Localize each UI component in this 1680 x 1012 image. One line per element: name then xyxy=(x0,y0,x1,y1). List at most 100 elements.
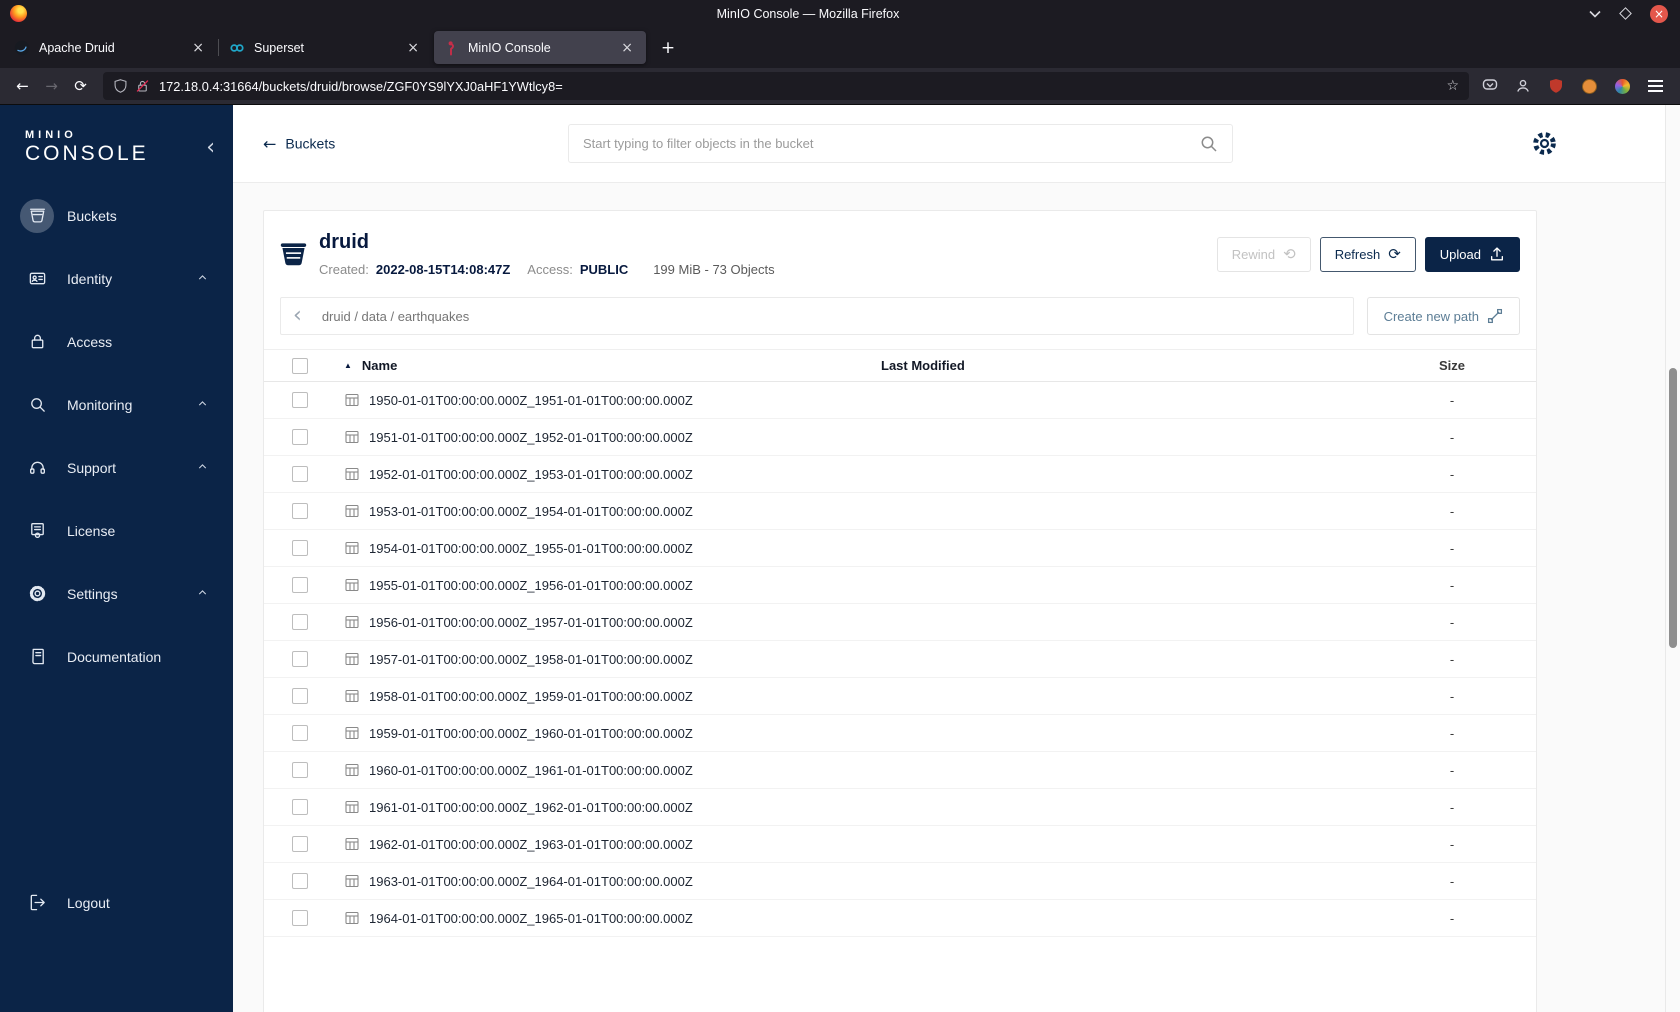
row-checkbox[interactable] xyxy=(292,503,308,519)
object-row[interactable]: 1963-01-01T00:00:00.000Z_1964-01-01T00:0… xyxy=(264,863,1536,900)
object-row[interactable]: 1952-01-01T00:00:00.000Z_1953-01-01T00:0… xyxy=(264,456,1536,493)
row-checkbox[interactable] xyxy=(292,392,308,408)
object-row[interactable]: 1961-01-01T00:00:00.000Z_1962-01-01T00:0… xyxy=(264,789,1536,826)
object-row[interactable]: 1951-01-01T00:00:00.000Z_1952-01-01T00:0… xyxy=(264,419,1536,456)
url-text[interactable]: 172.18.0.4:31664/buckets/druid/browse/ZG… xyxy=(159,79,1446,94)
object-row[interactable]: 1955-01-01T00:00:00.000Z_1956-01-01T00:0… xyxy=(264,567,1536,604)
browser-menu-icon[interactable] xyxy=(1646,77,1664,95)
rewind-button[interactable]: Rewind ⟲ xyxy=(1216,236,1311,272)
column-header-size[interactable]: Size xyxy=(1382,358,1522,373)
sidebar-item-settings[interactable]: Settings xyxy=(0,562,233,625)
row-checkbox[interactable] xyxy=(292,762,308,778)
chevron-up-icon[interactable] xyxy=(196,460,209,476)
object-row[interactable]: 1959-01-01T00:00:00.000Z_1960-01-01T00:0… xyxy=(264,715,1536,752)
ublock-extension-icon[interactable] xyxy=(1547,77,1565,95)
browser-back-button[interactable]: ← xyxy=(8,73,37,99)
sidebar-item-documentation[interactable]: Documentation xyxy=(0,625,233,688)
sidebar-item-buckets[interactable]: Buckets xyxy=(0,184,233,247)
sidebar-item-access[interactable]: Access xyxy=(0,310,233,373)
window-maximize-icon[interactable] xyxy=(1619,7,1632,20)
tab-close-icon[interactable]: × xyxy=(617,39,637,57)
browser-forward-button[interactable]: → xyxy=(37,73,66,99)
object-name[interactable]: 1961-01-01T00:00:00.000Z_1962-01-01T00:0… xyxy=(369,800,693,815)
object-file-icon xyxy=(345,652,359,666)
page-scrollbar-thumb[interactable] xyxy=(1669,368,1677,648)
upload-button[interactable]: Upload xyxy=(1424,236,1520,272)
tab-close-icon[interactable]: × xyxy=(403,39,423,57)
row-checkbox[interactable] xyxy=(292,836,308,852)
object-row[interactable]: 1962-01-01T00:00:00.000Z_1963-01-01T00:0… xyxy=(264,826,1536,863)
object-name[interactable]: 1950-01-01T00:00:00.000Z_1951-01-01T00:0… xyxy=(369,393,693,408)
object-row[interactable]: 1957-01-01T00:00:00.000Z_1958-01-01T00:0… xyxy=(264,641,1536,678)
sidebar-item-identity[interactable]: Identity xyxy=(0,247,233,310)
object-name[interactable]: 1963-01-01T00:00:00.000Z_1964-01-01T00:0… xyxy=(369,874,693,889)
object-name[interactable]: 1955-01-01T00:00:00.000Z_1956-01-01T00:0… xyxy=(369,578,693,593)
chevron-up-icon[interactable] xyxy=(196,397,209,413)
back-to-buckets-link[interactable]: ← Buckets xyxy=(263,134,335,153)
row-checkbox[interactable] xyxy=(292,577,308,593)
console-settings-gear-icon[interactable] xyxy=(1531,130,1558,162)
row-checkbox[interactable] xyxy=(292,614,308,630)
chevron-up-icon[interactable] xyxy=(196,271,209,287)
sidebar-item-logout[interactable]: Logout xyxy=(0,871,233,934)
new-tab-button[interactable]: + xyxy=(653,33,683,63)
extension-pinwheel-icon[interactable] xyxy=(1613,77,1631,95)
row-checkbox[interactable] xyxy=(292,466,308,482)
sidebar-collapse-icon[interactable]: ‹ xyxy=(206,137,215,159)
object-row[interactable]: 1964-01-01T00:00:00.000Z_1965-01-01T00:0… xyxy=(264,900,1536,937)
chevron-up-icon[interactable] xyxy=(196,586,209,602)
refresh-button[interactable]: Refresh ⟳ xyxy=(1319,236,1416,272)
sort-asc-icon[interactable]: ▲ xyxy=(344,361,352,370)
row-checkbox[interactable] xyxy=(292,873,308,889)
account-icon[interactable] xyxy=(1514,77,1532,95)
object-name[interactable]: 1953-01-01T00:00:00.000Z_1954-01-01T00:0… xyxy=(369,504,693,519)
column-header-name[interactable]: ▲ Name xyxy=(320,358,881,373)
page-scrollbar-track[interactable] xyxy=(1665,105,1680,1012)
object-row[interactable]: 1958-01-01T00:00:00.000Z_1959-01-01T00:0… xyxy=(264,678,1536,715)
row-checkbox[interactable] xyxy=(292,688,308,704)
object-name[interactable]: 1959-01-01T00:00:00.000Z_1960-01-01T00:0… xyxy=(369,726,693,741)
object-name[interactable]: 1954-01-01T00:00:00.000Z_1955-01-01T00:0… xyxy=(369,541,693,556)
bookmark-star-icon[interactable]: ☆ xyxy=(1446,78,1459,94)
sidebar-item-support[interactable]: Support xyxy=(0,436,233,499)
create-new-path-button[interactable]: Create new path xyxy=(1366,297,1520,335)
object-name[interactable]: 1952-01-01T00:00:00.000Z_1953-01-01T00:0… xyxy=(369,467,693,482)
search-input[interactable] xyxy=(583,136,1200,151)
connection-security-lock-icon[interactable] xyxy=(135,78,150,94)
object-row[interactable]: 1960-01-01T00:00:00.000Z_1961-01-01T00:0… xyxy=(264,752,1536,789)
pocket-icon[interactable] xyxy=(1481,77,1499,95)
breadcrumb[interactable]: druid / data / earthquakes xyxy=(322,309,469,324)
column-header-last-modified[interactable]: Last Modified xyxy=(881,358,1382,373)
row-checkbox[interactable] xyxy=(292,799,308,815)
object-row[interactable]: 1956-01-01T00:00:00.000Z_1957-01-01T00:0… xyxy=(264,604,1536,641)
row-checkbox[interactable] xyxy=(292,910,308,926)
object-name[interactable]: 1962-01-01T00:00:00.000Z_1963-01-01T00:0… xyxy=(369,837,693,852)
window-minimize-icon[interactable] xyxy=(1589,10,1601,18)
tab-minio-console[interactable]: MinIO Console × xyxy=(434,31,646,64)
sidebar-item-monitoring[interactable]: Monitoring xyxy=(0,373,233,436)
path-back-chevron-icon[interactable]: ‹ xyxy=(293,305,302,327)
row-checkbox[interactable] xyxy=(292,651,308,667)
browser-reload-button[interactable]: ⟳ xyxy=(66,73,95,99)
object-name[interactable]: 1964-01-01T00:00:00.000Z_1965-01-01T00:0… xyxy=(369,911,693,926)
sidebar-item-license[interactable]: License xyxy=(0,499,233,562)
window-close-button[interactable]: × xyxy=(1650,4,1668,23)
tab-close-icon[interactable]: × xyxy=(188,39,208,57)
select-all-checkbox[interactable] xyxy=(292,357,308,374)
object-name[interactable]: 1957-01-01T00:00:00.000Z_1958-01-01T00:0… xyxy=(369,652,693,667)
object-row[interactable]: 1950-01-01T00:00:00.000Z_1951-01-01T00:0… xyxy=(264,382,1536,419)
object-name[interactable]: 1960-01-01T00:00:00.000Z_1961-01-01T00:0… xyxy=(369,763,693,778)
tab-apache-druid[interactable]: Apache Druid × xyxy=(5,31,217,64)
row-checkbox[interactable] xyxy=(292,540,308,556)
url-bar[interactable]: 172.18.0.4:31664/buckets/druid/browse/ZG… xyxy=(103,72,1469,100)
extension-avatar-icon[interactable] xyxy=(1580,77,1598,95)
object-name[interactable]: 1958-01-01T00:00:00.000Z_1959-01-01T00:0… xyxy=(369,689,693,704)
object-row[interactable]: 1954-01-01T00:00:00.000Z_1955-01-01T00:0… xyxy=(264,530,1536,567)
row-checkbox[interactable] xyxy=(292,429,308,445)
row-checkbox[interactable] xyxy=(292,725,308,741)
object-name[interactable]: 1956-01-01T00:00:00.000Z_1957-01-01T00:0… xyxy=(369,615,693,630)
tab-superset[interactable]: Superset × xyxy=(220,31,432,64)
object-name[interactable]: 1951-01-01T00:00:00.000Z_1952-01-01T00:0… xyxy=(369,430,693,445)
tracking-protection-shield-icon[interactable] xyxy=(113,78,128,94)
object-row[interactable]: 1953-01-01T00:00:00.000Z_1954-01-01T00:0… xyxy=(264,493,1536,530)
